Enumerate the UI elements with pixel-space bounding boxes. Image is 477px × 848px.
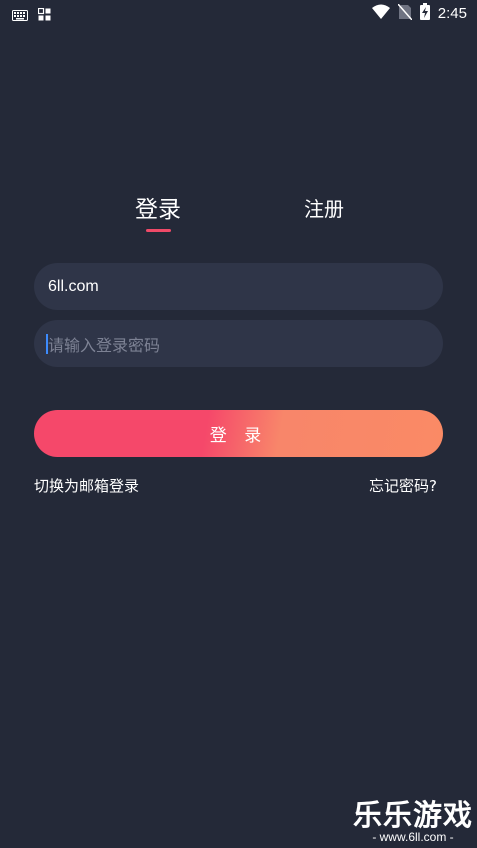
no-sim-icon [397,3,413,24]
app-grid-icon [37,6,51,25]
status-right-icons: 2:45 [371,3,467,24]
active-tab-indicator [146,229,171,232]
watermark-logo: 乐乐游戏 - www.6ll.com - [353,800,473,844]
tab-register[interactable]: 注册 [304,193,344,222]
status-time: 2:45 [437,5,467,22]
switch-to-email-login-link[interactable]: 切换为邮箱登录 [34,475,139,496]
login-button[interactable]: 登 录 [34,410,443,457]
password-placeholder: 请输入登录密码 [48,337,161,355]
watermark-url: - www.6ll.com - [372,830,454,844]
status-bar: 2:45 [0,0,477,26]
wifi-icon [371,4,390,24]
battery-charging-icon [419,3,430,24]
status-left-icons [12,6,51,25]
tab-login[interactable]: 登录 [135,190,181,224]
forgot-password-link[interactable]: 忘记密码? [369,475,437,496]
account-input-value: 6ll.com [48,277,99,295]
account-input[interactable]: 6ll.com [34,263,443,310]
auth-tabs: 登录 注册 [0,190,477,240]
password-input[interactable]: 请输入登录密码 [34,320,443,367]
keyboard-icon [12,6,28,25]
watermark-title: 乐乐游戏 [352,798,473,832]
